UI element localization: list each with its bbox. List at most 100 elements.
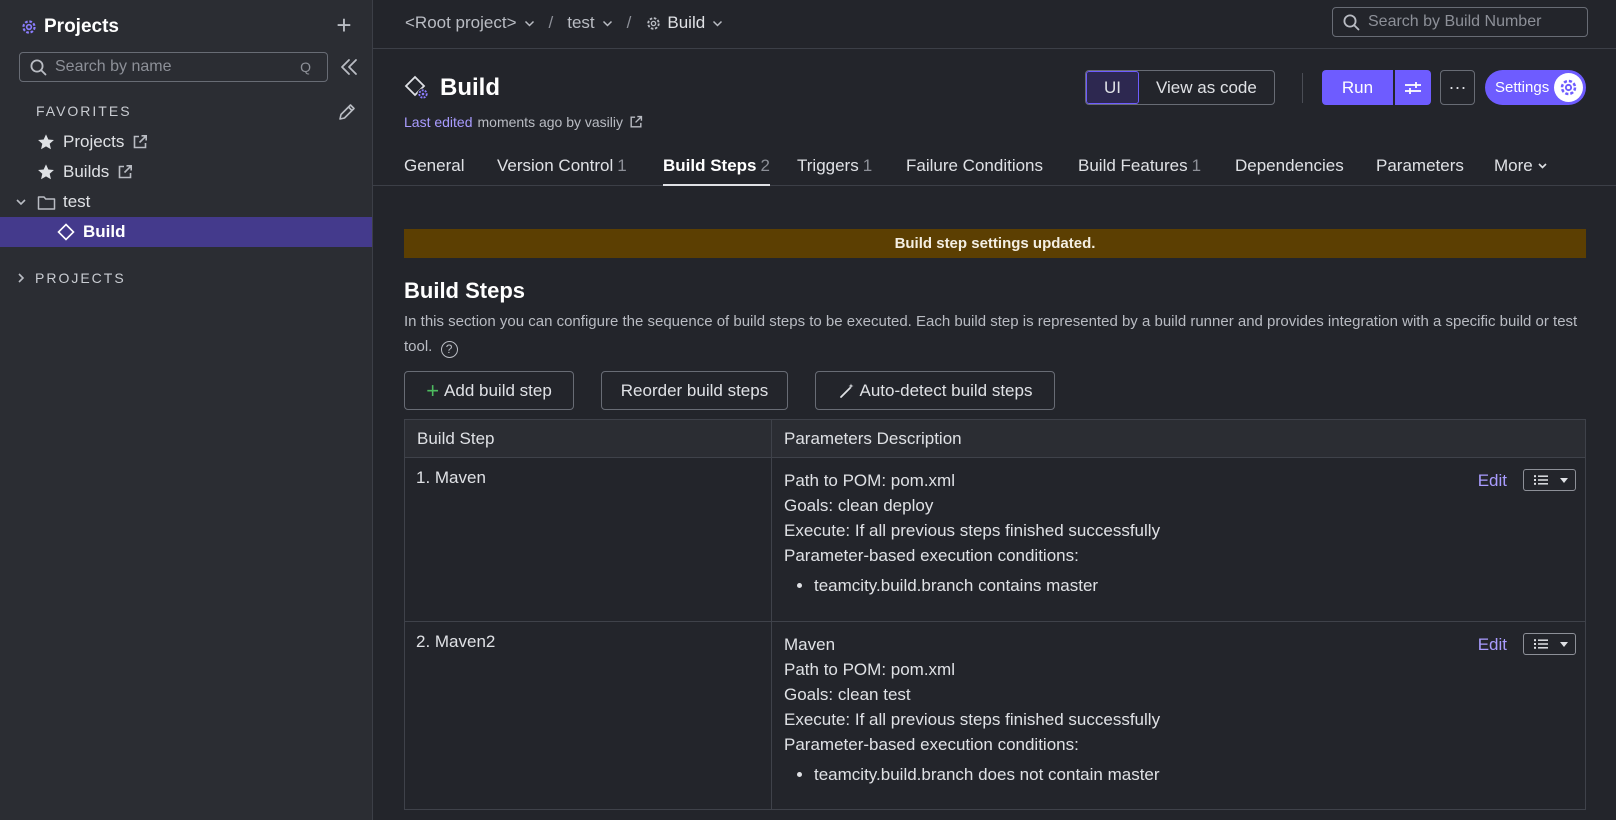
gear-icon (22, 20, 36, 34)
search-icon (1343, 14, 1360, 30)
magic-wand-icon (839, 383, 854, 398)
breadcrumb-root-label: <Root project> (405, 13, 517, 32)
condition-item: teamcity.build.branch does not contain m… (814, 762, 1573, 787)
tab-build-steps[interactable]: Build Steps 2 (663, 156, 770, 186)
favorite-builds[interactable]: Builds (0, 157, 372, 187)
breadcrumb-test-label: test (567, 13, 595, 32)
page-title: Build (440, 74, 500, 101)
auto-detect-build-steps-label: Auto-detect build steps (859, 380, 1033, 400)
tab-triggers[interactable]: Triggers 1 (797, 156, 872, 186)
caret-down-icon (1560, 477, 1568, 483)
breadcrumb-build-label: Build (667, 13, 706, 32)
search-shortcut-hint: Q (300, 59, 311, 75)
favorite-projects[interactable]: Projects (0, 127, 372, 157)
step-param-line: Path to POM: pom.xml (784, 660, 955, 679)
sidebar-item-build[interactable]: Build (0, 217, 372, 247)
add-project-button[interactable]: + (332, 12, 356, 40)
step-name[interactable]: 1. Maven (404, 457, 772, 622)
sidebar-title[interactable]: Projects (44, 16, 119, 38)
chevron-down-icon (1538, 163, 1548, 169)
tab-failure-conditions-label: Failure Conditions (906, 156, 1044, 175)
star-icon (36, 132, 56, 152)
view-mode-toggle: UI View as code (1085, 70, 1275, 105)
chevron-down-icon[interactable] (14, 195, 28, 209)
sidebar-search[interactable]: Q (19, 52, 328, 82)
projects-section-toggle[interactable]: PROJECTS (0, 264, 372, 292)
build-number-search[interactable] (1332, 7, 1588, 37)
favorite-builds-label: Builds (63, 162, 110, 181)
success-banner: Build step settings updated. (404, 229, 1586, 258)
step-description: Path to POM: pom.xml Goals: clean deploy… (771, 457, 1586, 622)
step-param-line: Maven (784, 635, 836, 654)
help-icon[interactable]: ? (440, 341, 458, 358)
step-param-line: Execute: If all previous steps finished … (784, 521, 1161, 540)
table-row: 1. Maven Path to POM: pom.xml Goals: cle… (404, 457, 1586, 622)
sidebar-header: Projects + (20, 12, 356, 40)
chevron-down-icon (713, 20, 723, 27)
tab-version-control-label: Version Control (497, 156, 614, 175)
page-header: Build (404, 74, 500, 102)
step-description: Maven Path to POM: pom.xml Goals: clean … (771, 621, 1586, 810)
step-actions-menu[interactable] (1523, 469, 1576, 491)
last-edited-link[interactable]: Last edited (404, 114, 473, 130)
condition-item: teamcity.build.branch contains master (814, 573, 1573, 598)
header-divider (1302, 73, 1303, 103)
breadcrumb-build[interactable]: Build (645, 13, 723, 33)
tab-build-features[interactable]: Build Features 1 (1078, 156, 1201, 186)
step-param-line: Parameter-based execution conditions: (784, 735, 1079, 754)
chevron-right-icon (18, 273, 25, 283)
star-icon (36, 162, 56, 182)
add-build-step-button[interactable]: + Add build step (404, 371, 574, 410)
external-link-icon[interactable] (132, 134, 148, 150)
tab-count: 1 (617, 156, 627, 175)
tab-general-label: General (404, 156, 465, 175)
step-actions-menu[interactable] (1523, 633, 1576, 655)
run-options-button[interactable] (1395, 70, 1431, 105)
view-ui-button[interactable]: UI (1086, 71, 1139, 104)
last-edited-info: Last edited moments ago by vasiliy (404, 114, 643, 130)
settings-button[interactable]: Settings (1485, 70, 1586, 105)
last-edited-text: moments ago by vasiliy (477, 114, 624, 130)
more-actions-button[interactable]: ··· (1440, 70, 1475, 105)
auto-detect-build-steps-button[interactable]: Auto-detect build steps (815, 371, 1055, 410)
projects-label: PROJECTS (35, 270, 126, 286)
more-actions-label: ··· (1448, 77, 1467, 97)
breadcrumb-separator: / (626, 13, 632, 32)
add-build-step-label: Add build step (444, 380, 552, 400)
collapse-sidebar-icon[interactable] (338, 56, 360, 78)
sidebar-item-test-label: test (63, 192, 91, 211)
tab-count: 1 (1191, 156, 1202, 175)
tab-failure-conditions[interactable]: Failure Conditions (906, 156, 1043, 186)
step-name[interactable]: 2. Maven2 (404, 621, 772, 810)
edit-step-link[interactable]: Edit (1478, 632, 1507, 657)
tab-count: 2 (760, 156, 770, 175)
run-button[interactable]: Run (1322, 70, 1393, 105)
sidebar-item-test[interactable]: test (0, 187, 372, 217)
plus-icon: + (426, 377, 440, 403)
view-as-code-button[interactable]: View as code (1139, 71, 1274, 104)
tab-parameters[interactable]: Parameters (1376, 156, 1464, 186)
list-icon (1534, 475, 1548, 485)
sidebar-item-build-label: Build (83, 222, 126, 241)
settings-label: Settings (1495, 79, 1550, 96)
external-link-icon[interactable] (117, 164, 133, 180)
tab-version-control[interactable]: Version Control 1 (497, 156, 627, 186)
sidebar-search-input[interactable] (55, 58, 285, 76)
step-param-line: Execute: If all previous steps finished … (784, 710, 1161, 729)
gear-icon (1554, 73, 1583, 102)
tab-parameters-label: Parameters (1376, 156, 1464, 175)
tab-bar: General Version Control 1 Build Steps 2 Tr… (373, 150, 1616, 186)
pencil-icon[interactable] (337, 102, 357, 122)
edit-step-link[interactable]: Edit (1478, 468, 1507, 493)
breadcrumb-test[interactable]: test (567, 13, 612, 33)
tab-build-steps-label: Build Steps (663, 156, 757, 175)
chevron-down-icon (524, 20, 534, 27)
tab-build-features-label: Build Features (1078, 156, 1188, 175)
tab-more[interactable]: More (1494, 156, 1548, 186)
breadcrumb-root[interactable]: <Root project> (405, 13, 535, 33)
build-number-search-input[interactable] (1368, 13, 1578, 31)
reorder-build-steps-button[interactable]: Reorder build steps (601, 371, 788, 410)
tab-general[interactable]: General (404, 156, 464, 186)
external-link-icon[interactable] (629, 115, 643, 129)
tab-dependencies[interactable]: Dependencies (1235, 156, 1344, 186)
